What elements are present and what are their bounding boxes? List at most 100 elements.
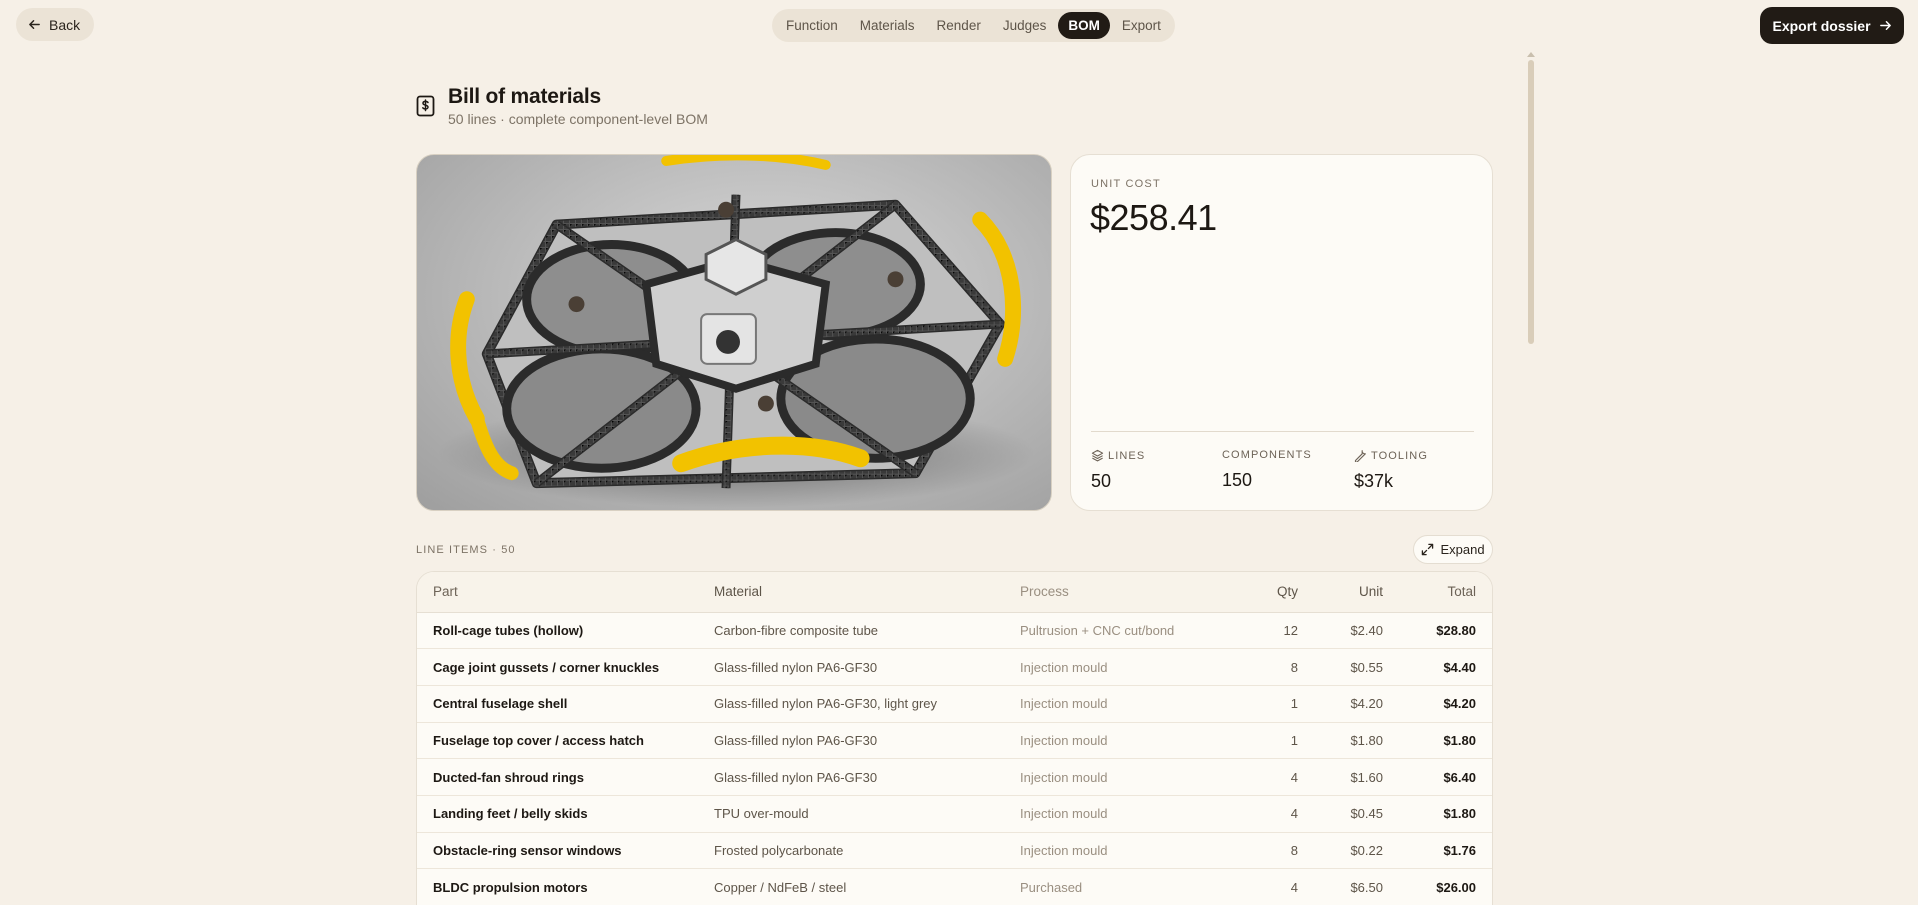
- cell-part: Ducted-fan shroud rings: [417, 758, 714, 796]
- cell-material: Carbon-fibre composite tube: [714, 612, 1020, 650]
- expand-button[interactable]: Expand: [1413, 535, 1493, 564]
- cell-total: $28.80: [1383, 612, 1492, 650]
- cell-material: Copper / NdFeB / steel: [714, 868, 1020, 905]
- expand-icon: [1422, 543, 1434, 556]
- export-dossier-button[interactable]: Export dossier: [1760, 7, 1904, 44]
- table-row[interactable]: Central fuselage shell Glass-filled nylo…: [417, 685, 1492, 723]
- cell-material: Glass-filled nylon PA6-GF30: [714, 648, 1020, 686]
- section-tabs: Function Materials Render Judges BOM Exp…: [772, 9, 1175, 42]
- cell-total: $26.00: [1383, 868, 1492, 905]
- expand-label: Expand: [1440, 542, 1485, 557]
- tab-bom[interactable]: BOM: [1058, 12, 1110, 39]
- tab-export[interactable]: Export: [1112, 12, 1171, 39]
- cell-qty: 12: [1220, 612, 1298, 650]
- table-header-row: Part Material Process Qty Unit Total: [417, 572, 1492, 613]
- cell-qty: 4: [1220, 758, 1298, 796]
- stat-tooling-value: $37k: [1354, 471, 1394, 491]
- cell-total: $6.40: [1383, 758, 1492, 796]
- tab-render[interactable]: Render: [927, 12, 991, 39]
- cell-process: Injection mould: [1020, 685, 1220, 723]
- back-label: Back: [49, 16, 81, 33]
- column-header-unit[interactable]: Unit: [1298, 572, 1383, 613]
- cell-unit: $0.22: [1298, 832, 1383, 870]
- cell-process: Injection mould: [1020, 648, 1220, 686]
- cell-total: $4.40: [1383, 648, 1492, 686]
- cell-qty: 4: [1220, 795, 1298, 833]
- cell-qty: 1: [1220, 722, 1298, 760]
- column-header-material[interactable]: Material: [714, 572, 1020, 613]
- table-row[interactable]: Ducted-fan shroud rings Glass-filled nyl…: [417, 758, 1492, 796]
- cell-part: Fuselage top cover / access hatch: [417, 722, 714, 760]
- line-items-heading: LINE ITEMS · 50: [416, 544, 516, 556]
- cell-material: Glass-filled nylon PA6-GF30, light grey: [714, 685, 1020, 723]
- arrow-left-icon: [29, 20, 40, 29]
- cell-process: Injection mould: [1020, 722, 1220, 760]
- table-row[interactable]: Roll-cage tubes (hollow) Carbon-fibre co…: [417, 612, 1492, 650]
- cell-unit: $1.60: [1298, 758, 1383, 796]
- cell-material: Glass-filled nylon PA6-GF30: [714, 758, 1020, 796]
- table-row[interactable]: Cage joint gussets / corner knuckles Gla…: [417, 648, 1492, 686]
- cell-unit: $0.55: [1298, 648, 1383, 686]
- cell-process: Pultrusion + CNC cut/bond: [1020, 612, 1220, 650]
- table-row[interactable]: Fuselage top cover / access hatch Glass-…: [417, 722, 1492, 760]
- tab-function[interactable]: Function: [776, 12, 848, 39]
- tab-materials[interactable]: Materials: [850, 12, 925, 39]
- product-render-image: [416, 154, 1052, 511]
- cell-qty: 1: [1220, 685, 1298, 723]
- cell-total: $1.80: [1383, 722, 1492, 760]
- cell-total: $4.20: [1383, 685, 1492, 723]
- dollar-document-icon: [416, 95, 435, 117]
- column-header-total[interactable]: Total: [1383, 572, 1492, 613]
- stat-tooling: TOOLING $37k: [1354, 449, 1428, 492]
- wrench-icon: [1354, 450, 1366, 462]
- cell-part: BLDC propulsion motors: [417, 868, 714, 905]
- arrow-right-icon: [1879, 21, 1891, 30]
- bom-table: Part Material Process Qty Unit Total Rol…: [416, 571, 1493, 905]
- cell-material: Glass-filled nylon PA6-GF30: [714, 722, 1020, 760]
- cell-unit: $0.45: [1298, 795, 1383, 833]
- page-subtitle: 50 lines · complete component-level BOM: [448, 111, 708, 127]
- stat-components-value: 150: [1222, 470, 1253, 490]
- cell-qty: 4: [1220, 868, 1298, 905]
- page-title: Bill of materials: [448, 85, 601, 108]
- table-row[interactable]: Obstacle-ring sensor windows Frosted pol…: [417, 832, 1492, 870]
- column-header-part[interactable]: Part: [417, 572, 714, 613]
- layers-icon: [1091, 449, 1104, 462]
- tab-judges[interactable]: Judges: [993, 12, 1057, 39]
- unit-cost-value: $258.41: [1090, 197, 1217, 238]
- table-row[interactable]: Landing feet / belly skids TPU over-moul…: [417, 795, 1492, 833]
- cell-qty: 8: [1220, 832, 1298, 870]
- cell-unit: $1.80: [1298, 722, 1383, 760]
- cell-part: Central fuselage shell: [417, 685, 714, 723]
- card-divider: [1091, 431, 1474, 432]
- column-header-qty[interactable]: Qty: [1220, 572, 1298, 613]
- cell-material: TPU over-mould: [714, 795, 1020, 833]
- unit-cost-card: UNIT COST $258.41 LINES 50 COMPONENTS 15…: [1070, 154, 1493, 511]
- unit-cost-label: UNIT COST: [1091, 178, 1161, 190]
- stat-lines: LINES 50: [1091, 449, 1145, 492]
- back-button[interactable]: Back: [16, 8, 95, 41]
- cell-total: $1.76: [1383, 832, 1492, 870]
- cell-part: Landing feet / belly skids: [417, 795, 714, 833]
- cell-material: Frosted polycarbonate: [714, 832, 1020, 870]
- cell-process: Injection mould: [1020, 832, 1220, 870]
- cell-part: Cage joint gussets / corner knuckles: [417, 648, 714, 686]
- scrollbar-thumb[interactable]: [1528, 60, 1534, 344]
- cell-part: Obstacle-ring sensor windows: [417, 832, 714, 870]
- cell-unit: $6.50: [1298, 868, 1383, 905]
- cell-part: Roll-cage tubes (hollow): [417, 612, 714, 650]
- cell-unit: $4.20: [1298, 685, 1383, 723]
- cell-qty: 8: [1220, 648, 1298, 686]
- export-dossier-label: Export dossier: [1772, 17, 1871, 34]
- cell-total: $1.80: [1383, 795, 1492, 833]
- table-row[interactable]: BLDC propulsion motors Copper / NdFeB / …: [417, 868, 1492, 905]
- cell-process: Purchased: [1020, 868, 1220, 905]
- cell-process: Injection mould: [1020, 758, 1220, 796]
- stat-components-label: COMPONENTS: [1222, 449, 1312, 461]
- stat-lines-value: 50: [1091, 471, 1112, 491]
- column-header-process[interactable]: Process: [1020, 572, 1220, 613]
- scroll-up-icon[interactable]: [1527, 52, 1535, 57]
- cell-unit: $2.40: [1298, 612, 1383, 650]
- cell-process: Injection mould: [1020, 795, 1220, 833]
- stat-tooling-label: TOOLING: [1371, 449, 1429, 462]
